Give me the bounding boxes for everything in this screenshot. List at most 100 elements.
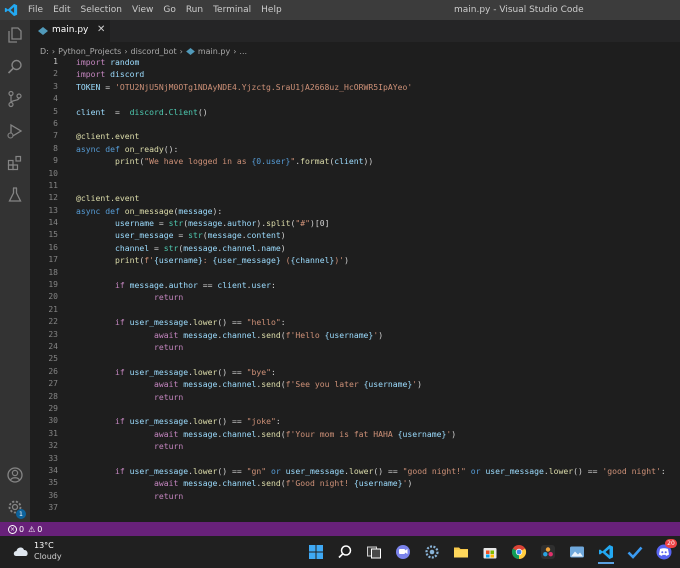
line-number: 25 (48, 354, 58, 364)
code-line: print(f'{username}: {user_message} ({cha… (76, 254, 676, 266)
manage-button[interactable]: 1 (0, 492, 30, 522)
code-token: username (114, 218, 154, 229)
gear-icon (425, 545, 439, 559)
code-token: def (105, 143, 120, 154)
search-button[interactable] (0, 52, 30, 82)
code-token: channel (222, 379, 257, 390)
code-token: if (114, 317, 125, 328)
code-token: : (202, 255, 213, 266)
code-token: user_message (129, 366, 189, 377)
task-view-button[interactable] (366, 544, 382, 560)
discord-button[interactable]: 20 (656, 539, 677, 560)
code-token: content (246, 230, 281, 241)
code-token: {user_message} (212, 255, 281, 266)
line-number: 37 (48, 503, 58, 513)
code-token: = (105, 106, 130, 117)
code-token: message (183, 329, 218, 340)
code-token: () == (217, 416, 247, 427)
line-number: 8 (53, 143, 58, 153)
breadcrumb-symbol[interactable]: ... (239, 47, 247, 56)
code-editor[interactable]: import random import discord TOKEN = 'OT… (76, 56, 676, 514)
testing-button[interactable] (0, 180, 30, 210)
code-token: return (153, 441, 184, 452)
menu-edit[interactable]: Edit (53, 0, 70, 20)
code-line: print("We have logged in as {0.user}".fo… (76, 155, 676, 167)
code-line: if user_message.lower() == "gn" or user_… (76, 465, 676, 477)
code-line: return (76, 391, 676, 403)
menu-bar: File Edit Selection View Go Run Terminal… (28, 0, 292, 20)
code-token: : (270, 280, 276, 291)
code-token: 'good night' (602, 465, 661, 476)
breadcrumb-folder[interactable]: Python_Projects (58, 47, 121, 56)
run-debug-button[interactable] (0, 116, 30, 146)
problems-indicator[interactable]: × 0 ⚠ 0 (8, 522, 42, 536)
code-token: str (188, 230, 203, 241)
code-token: @client.event (76, 131, 140, 142)
line-number: 5 (53, 106, 58, 116)
menu-file[interactable]: File (28, 0, 43, 20)
editor-area: main.py ✕ D: › Python_Projects › discord… (30, 20, 680, 522)
photos-button[interactable] (569, 544, 585, 560)
code-token: await (153, 428, 179, 439)
breadcrumb-drive[interactable]: D: (40, 47, 49, 56)
code-token: f'Your mom is fat HAHA (285, 428, 398, 439)
settings-app-button[interactable] (424, 544, 440, 560)
code-token: lower (548, 465, 574, 476)
accounts-button[interactable] (0, 460, 30, 490)
code-token: {username} (397, 428, 447, 439)
window-title: main.py - Visual Studio Code (454, 5, 584, 15)
menu-selection[interactable]: Selection (81, 0, 122, 20)
code-token: ) (344, 255, 349, 266)
breadcrumb-file[interactable]: main.py (198, 47, 230, 56)
code-token: Client (168, 106, 198, 117)
code-token: f'See you later (285, 379, 364, 390)
run-debug-icon (7, 123, 23, 139)
close-tab-icon[interactable]: ✕ (97, 24, 105, 35)
weather-widget[interactable]: 13°C Cloudy (10, 540, 70, 564)
menu-view[interactable]: View (132, 0, 153, 20)
error-icon: × (8, 524, 17, 534)
python-file-icon (38, 27, 48, 38)
davinci-resolve-button[interactable] (540, 544, 556, 560)
code-token: message (183, 428, 218, 439)
start-button[interactable] (308, 544, 324, 560)
taskbar: 13°C Cloudy 20 (0, 536, 680, 568)
chat-button[interactable] (395, 544, 411, 560)
store-button[interactable] (482, 544, 498, 560)
accounts-badge: 1 (16, 509, 26, 519)
code-token: name (261, 242, 281, 253)
line-number: 10 (48, 168, 58, 178)
file-explorer-button[interactable] (453, 544, 469, 560)
activity-bar: 1 (0, 20, 30, 522)
code-line: if user_message.lower() == "hello": (76, 316, 676, 328)
source-control-button[interactable] (0, 84, 30, 114)
code-token: str (168, 218, 184, 229)
code-line: channel = str(message.channel.name) (76, 242, 676, 254)
code-token: f' (144, 255, 154, 266)
taskbar-search-button[interactable] (337, 544, 353, 560)
todo-button[interactable] (627, 544, 643, 560)
code-token: channel (222, 329, 257, 340)
store-icon (483, 548, 497, 559)
account-icon (7, 467, 23, 483)
tab-main-py[interactable]: main.py ✕ (30, 20, 110, 42)
code-token: lower (348, 465, 374, 476)
menu-go[interactable]: Go (163, 0, 175, 20)
code-token: = (100, 81, 115, 92)
code-line: if message.author == client.user: (76, 279, 676, 291)
weather-description: Cloudy (34, 552, 62, 561)
vscode-taskbar-button[interactable] (598, 544, 614, 564)
line-number: 23 (48, 329, 58, 339)
extensions-button[interactable] (0, 148, 30, 178)
menu-run[interactable]: Run (186, 0, 203, 20)
line-number: 17 (48, 255, 58, 265)
breadcrumb-subfolder[interactable]: discord_bot (131, 47, 177, 56)
code-token: "#" (295, 218, 310, 229)
menu-terminal[interactable]: Terminal (213, 0, 251, 20)
chrome-button[interactable] (511, 544, 527, 560)
explorer-button[interactable] (0, 20, 30, 50)
menu-help[interactable]: Help (261, 0, 282, 20)
